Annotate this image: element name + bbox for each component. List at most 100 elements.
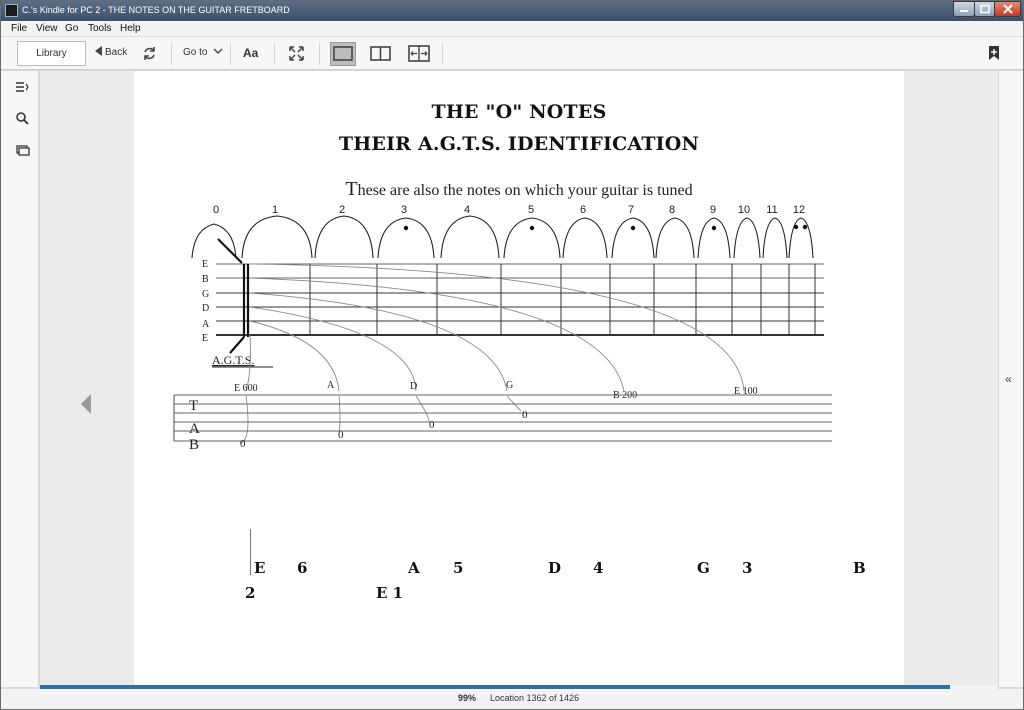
note-curves	[239, 263, 745, 444]
tab-letter: A	[189, 421, 200, 437]
kindle-app-icon	[5, 4, 18, 17]
fret-number: 7	[628, 204, 634, 216]
strings	[216, 263, 824, 336]
column-view-icon[interactable]	[408, 45, 430, 63]
single-page-icon	[333, 46, 353, 61]
previous-page-arrow-icon[interactable]	[80, 393, 92, 415]
fret-arches	[191, 215, 814, 259]
two-page-icon[interactable]	[370, 46, 391, 62]
library-button[interactable]: Library	[17, 41, 86, 66]
percent-read: 99%	[458, 693, 477, 703]
page-subline: These are also the notes on which your g…	[134, 178, 904, 201]
toolbar-divider	[442, 43, 443, 65]
open-string-mark: 0	[429, 419, 435, 431]
string-letter: E	[202, 259, 208, 270]
string-note-item: 3	[742, 559, 753, 577]
back-button[interactable]: Back	[95, 46, 127, 62]
menu-help[interactable]: Help	[120, 23, 141, 34]
fret-number: 3	[401, 204, 407, 216]
fret-number: 2	[339, 204, 345, 216]
expand-panel-icon[interactable]: «	[1005, 372, 1012, 386]
maximize-icon	[979, 4, 990, 14]
location-indicator: Location 1362 of 1426	[490, 693, 580, 703]
fullscreen-icon[interactable]	[289, 46, 304, 61]
menu-go[interactable]: Go	[65, 23, 78, 34]
left-sidebar	[1, 71, 39, 687]
toolbar-divider	[319, 43, 320, 65]
toolbar: Library Back Go to Aa	[1, 37, 1023, 70]
note-label: A	[327, 380, 335, 391]
status-bar: 99% Location 1362 of 1426	[1, 689, 1023, 709]
goto-label: Go to	[183, 47, 208, 58]
toolbar-divider	[274, 43, 275, 65]
menu-file[interactable]: File	[11, 23, 27, 34]
page-heading-2: THEIR A.G.T.S. IDENTIFICATION	[338, 133, 700, 155]
string-note-item: D	[548, 559, 562, 577]
agts-label: A.G.T.S.	[212, 353, 254, 367]
fret-number: 8	[669, 204, 675, 216]
toolbar-divider	[230, 43, 231, 65]
chevron-down-icon	[213, 48, 223, 54]
search-icon[interactable]	[16, 112, 29, 125]
fret-markers	[403, 224, 808, 231]
note-labels: E 600 A D GB 200 E 100	[234, 380, 758, 401]
menu-view[interactable]: View	[36, 23, 58, 34]
string-note-item: A	[408, 559, 420, 577]
note-label: B 200	[613, 390, 637, 401]
string-note-item: E	[254, 559, 266, 577]
fret-number: 6	[580, 204, 586, 216]
string-note-item: E 1	[376, 584, 404, 602]
string-note-item: 5	[453, 559, 464, 577]
string-letter: G	[202, 289, 209, 300]
title-bar: C.'s Kindle for PC 2 - THE NOTES ON THE …	[1, 1, 1023, 21]
open-string-mark: 0	[522, 409, 528, 421]
fret-number: 0	[213, 204, 219, 216]
open-string-marks: 0 0 0 0	[240, 409, 528, 450]
goto-button[interactable]: Go to	[183, 47, 223, 58]
note-label: G	[506, 380, 513, 391]
toolbar-divider	[171, 43, 172, 65]
fret-number: 11	[766, 204, 777, 216]
fret-number: 12	[793, 204, 805, 216]
fret-number: 9	[710, 204, 716, 216]
string-letters: EBGDAE	[202, 259, 210, 344]
subline-dropcap: T	[345, 178, 358, 200]
fret-number: 4	[464, 204, 470, 216]
string-note-item: B	[853, 559, 866, 577]
window-title: C.'s Kindle for PC 2 - THE NOTES ON THE …	[22, 5, 290, 15]
book-page: THE "O" NOTES THEIR A.G.T.S. IDENTIFICAT…	[134, 71, 904, 687]
menu-tools[interactable]: Tools	[88, 23, 111, 34]
open-string-mark: 0	[240, 438, 246, 450]
table-of-contents-icon[interactable]	[15, 81, 29, 93]
tab-letter: T	[189, 398, 198, 414]
text-cursor-line	[250, 529, 251, 575]
string-letter: E	[202, 333, 208, 344]
fret-number: 10	[738, 204, 750, 216]
note-label: D	[410, 381, 417, 392]
sync-icon[interactable]	[142, 46, 157, 61]
open-string-mark: 0	[338, 429, 344, 441]
menu-bar: File View Go Tools Help	[1, 21, 1023, 37]
close-button[interactable]	[994, 1, 1021, 17]
tab-staff	[173, 394, 832, 442]
fret-number: 1	[272, 204, 278, 216]
font-settings-button[interactable]: Aa	[243, 46, 258, 60]
flashcards-icon[interactable]	[16, 145, 30, 157]
page-heading-1: THE "O" NOTES	[431, 101, 607, 123]
note-label: E 600	[234, 383, 258, 394]
string-note-item: 6	[297, 559, 308, 577]
single-page-button[interactable]	[330, 42, 356, 66]
right-panel: «	[998, 71, 1023, 687]
minimize-button[interactable]	[953, 1, 975, 17]
string-note-item: 2	[245, 584, 256, 602]
string-letter: A	[202, 319, 210, 330]
maximize-button[interactable]	[974, 1, 995, 17]
fret-number: 5	[528, 204, 534, 216]
fretboard-diagram: 0 1 2 3 4 5 6 7 8 9 10 11 12 EBGDAE A.G.…	[173, 204, 832, 451]
close-icon	[1002, 4, 1013, 14]
frets	[309, 264, 816, 335]
fret-numbers: 0 1 2 3 4 5 6 7 8 9 10 11 12	[213, 204, 805, 216]
string-letter: D	[202, 303, 209, 314]
back-label: Back	[105, 47, 128, 58]
add-bookmark-icon[interactable]	[988, 45, 1000, 61]
